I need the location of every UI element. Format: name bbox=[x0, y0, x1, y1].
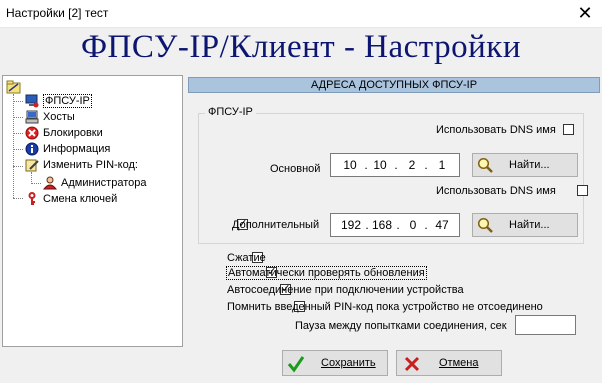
secondary-use-dns-label: Использовать DNS имя bbox=[436, 185, 556, 197]
secondary-ip-input[interactable]: 192 . 168 . 0 . 47 bbox=[330, 213, 460, 237]
info-icon bbox=[25, 142, 39, 156]
ip-dot: . bbox=[424, 158, 428, 172]
primary-use-dns-checkbox[interactable] bbox=[563, 124, 574, 135]
tree-line bbox=[13, 198, 23, 199]
settings-folder-icon bbox=[6, 80, 21, 94]
save-button[interactable]: Сохранить bbox=[282, 350, 388, 376]
tree-item-label: Хосты bbox=[43, 111, 75, 123]
tree-item-label: Смена ключей bbox=[43, 193, 118, 205]
ip-octet: 10 bbox=[373, 158, 387, 172]
groupbox-legend: ФПСУ-IP bbox=[205, 106, 256, 118]
auto-connect-label: Автосоединение при подключении устройств… bbox=[227, 284, 464, 296]
tree-line bbox=[13, 117, 23, 118]
compression-label: Сжатие bbox=[227, 252, 266, 264]
tree-item-change-pin[interactable]: Изменить PIN-код: bbox=[25, 157, 138, 173]
ip-octet: 1 bbox=[438, 158, 446, 172]
magnifier-icon bbox=[477, 157, 493, 173]
tree-item-fpsu-ip[interactable]: ФПСУ-IP bbox=[25, 93, 92, 109]
banner-title: ФПСУ-IP/Клиент - Настройки bbox=[80, 29, 521, 65]
pause-label: Пауза между попытками соединения, сек bbox=[295, 320, 507, 332]
save-button-label: Сохранить bbox=[321, 357, 376, 369]
ip-octet: 10 bbox=[343, 158, 357, 172]
cancel-x-icon bbox=[404, 356, 420, 372]
primary-find-button[interactable]: Найти... bbox=[472, 153, 578, 177]
tree-item-label: Изменить PIN-код: bbox=[43, 159, 138, 171]
remember-pin-label: Помнить введенный PIN-код пока устройств… bbox=[227, 301, 543, 313]
tree-line bbox=[13, 133, 23, 134]
tree-item-label: Информация bbox=[43, 143, 111, 155]
magnifier-icon bbox=[477, 217, 493, 233]
primary-ip-input[interactable]: 10 . 10 . 2 . 1 bbox=[330, 153, 460, 177]
ip-octet: 168 bbox=[371, 218, 393, 232]
ip-dot: . bbox=[396, 218, 400, 232]
settings-tree[interactable]: ФПСУ-IP Хосты Блокировки Информация Изме… bbox=[2, 75, 183, 347]
hosts-icon bbox=[25, 110, 39, 124]
ip-octet: 0 bbox=[409, 218, 417, 232]
tree-item-blocks[interactable]: Блокировки bbox=[25, 125, 103, 141]
tree-item-label: Администратора bbox=[61, 177, 147, 189]
tree-item-label: Блокировки bbox=[43, 127, 103, 139]
tree-item-admin[interactable]: Администратора bbox=[43, 175, 146, 191]
ip-octet: 192 bbox=[340, 218, 362, 232]
ip-dot: . bbox=[424, 218, 428, 232]
primary-label: Основной bbox=[270, 163, 321, 175]
ip-octet: 2 bbox=[408, 158, 416, 172]
tree-line bbox=[13, 166, 23, 167]
key-icon bbox=[28, 192, 36, 206]
block-icon bbox=[25, 126, 39, 140]
section-header: АДРЕСА ДОСТУПНЫХ ФПСУ-IP bbox=[188, 77, 600, 93]
secondary-label: Дополнительный bbox=[232, 219, 320, 231]
auto-update-label: Автоматически проверять обновления bbox=[226, 266, 427, 280]
close-icon[interactable]: ✕ bbox=[568, 0, 602, 27]
admin-user-icon bbox=[43, 176, 57, 190]
ip-dot: . bbox=[394, 158, 398, 172]
tree-item-key-change[interactable]: Смена ключей bbox=[25, 191, 117, 207]
pause-input[interactable] bbox=[515, 315, 576, 335]
cancel-button-label: Отмена bbox=[439, 357, 479, 369]
tree-line bbox=[13, 101, 23, 102]
tree-line bbox=[13, 149, 23, 150]
cancel-button[interactable]: Отмена bbox=[396, 350, 502, 376]
edit-pin-icon bbox=[25, 159, 39, 172]
checkmark-icon bbox=[287, 356, 305, 373]
window-title: Настройки [2] тест bbox=[6, 6, 109, 20]
primary-use-dns-label: Использовать DNS имя bbox=[436, 124, 556, 136]
ip-octet: 47 bbox=[435, 218, 449, 232]
computer-icon bbox=[25, 94, 39, 108]
tree-item-label: ФПСУ-IP bbox=[43, 94, 92, 108]
find-button-label: Найти... bbox=[509, 159, 550, 171]
tree-item-hosts[interactable]: Хосты bbox=[25, 109, 75, 125]
secondary-find-button[interactable]: Найти... bbox=[472, 213, 578, 237]
find-button-label: Найти... bbox=[509, 219, 550, 231]
tree-item-info[interactable]: Информация bbox=[25, 141, 110, 157]
tree-line bbox=[13, 94, 14, 198]
tree-line bbox=[31, 183, 41, 184]
secondary-use-dns-checkbox[interactable] bbox=[577, 185, 589, 196]
